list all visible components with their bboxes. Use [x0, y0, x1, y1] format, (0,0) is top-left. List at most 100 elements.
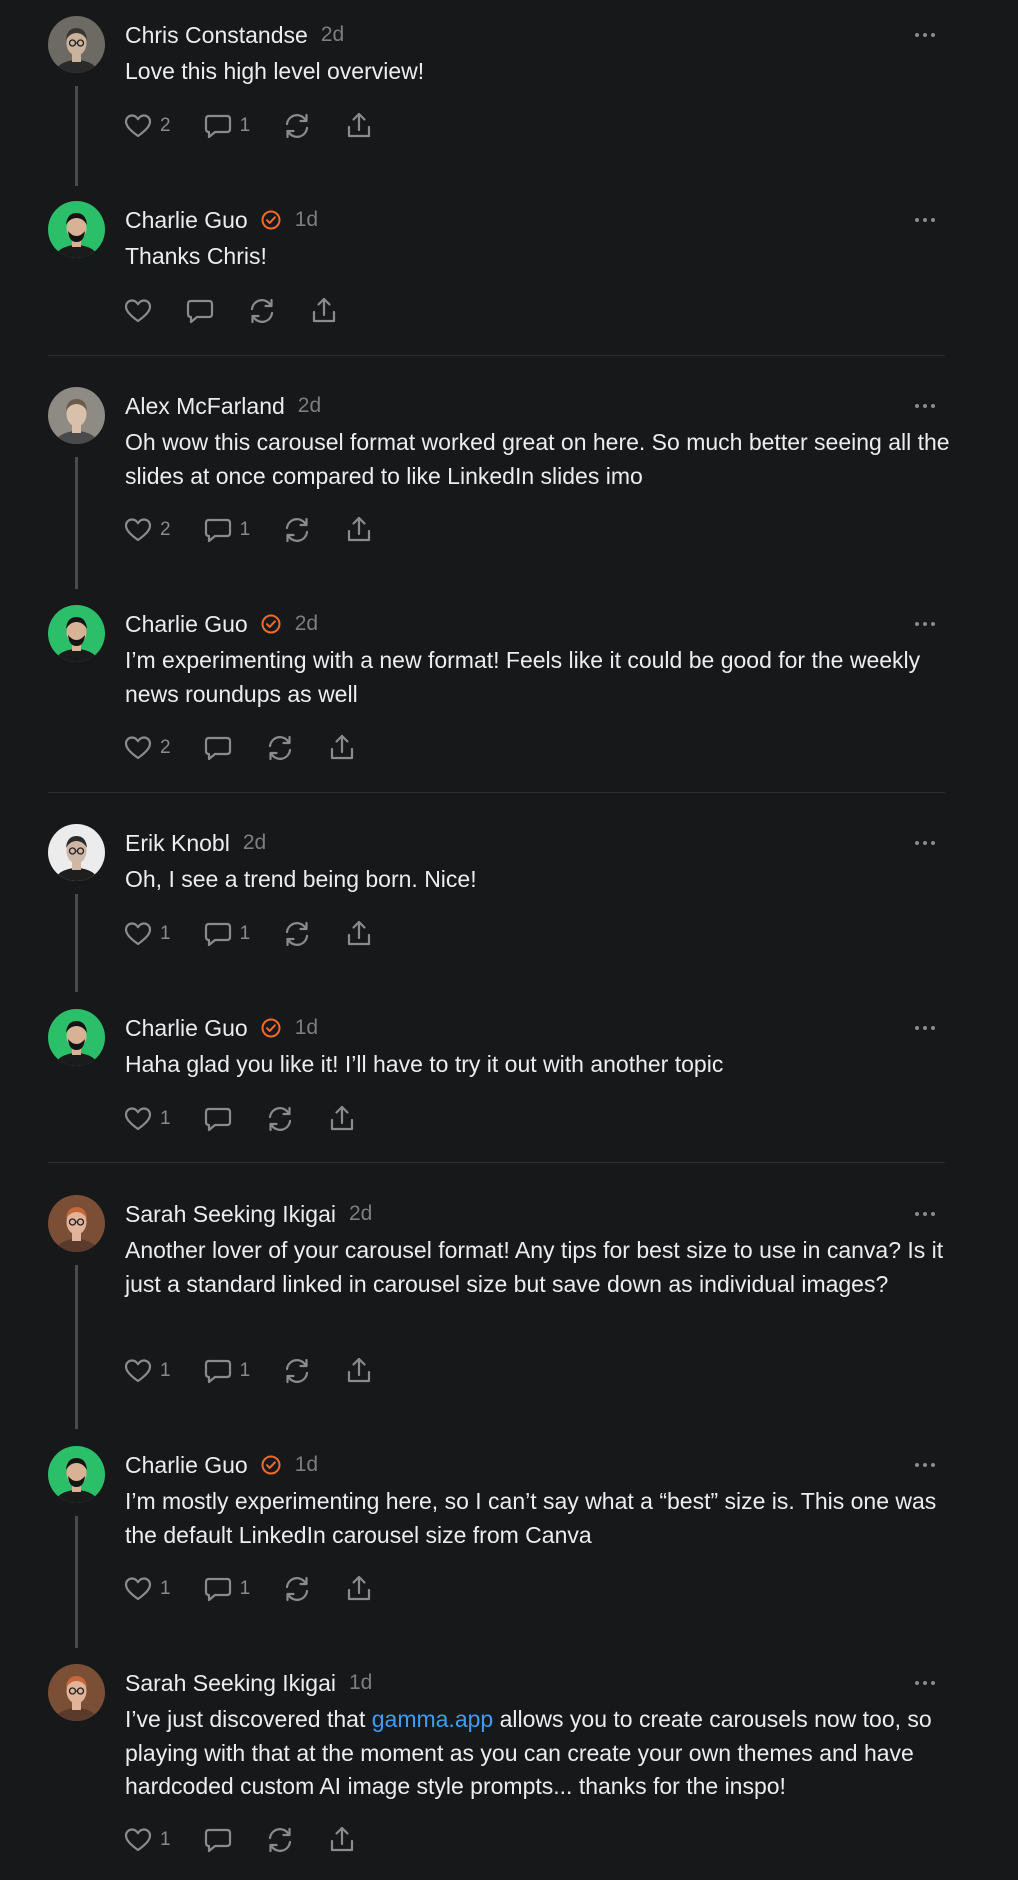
thread-line — [75, 1265, 78, 1429]
author-name[interactable]: Erik Knobl — [125, 830, 230, 857]
more-options-icon[interactable] — [915, 838, 943, 848]
comments-thread: Chris Constandse 2d Love this high level… — [0, 0, 1018, 1880]
divider — [48, 792, 945, 793]
avatar[interactable] — [48, 1009, 105, 1066]
share-icon — [344, 919, 374, 949]
share-button[interactable] — [327, 1103, 357, 1135]
author-name[interactable]: Alex McFarland — [125, 393, 285, 420]
author-name[interactable]: Charlie Guo — [125, 1452, 248, 1479]
avatar[interactable] — [48, 387, 105, 444]
restack-button[interactable] — [265, 1824, 295, 1856]
reply-button[interactable] — [203, 1103, 233, 1135]
restack-button[interactable] — [282, 110, 312, 142]
like-button[interactable]: 2 — [123, 732, 171, 764]
more-options-icon[interactable] — [915, 619, 943, 629]
comment-icon — [203, 515, 233, 545]
heart-icon — [123, 296, 153, 326]
author-name[interactable]: Sarah Seeking Ikigai — [125, 1201, 336, 1228]
reply-count: 1 — [239, 519, 251, 540]
timestamp[interactable]: 1d — [295, 1453, 318, 1477]
share-button[interactable] — [344, 514, 374, 546]
reply-button[interactable]: 1 — [203, 110, 250, 142]
comment-link[interactable]: gamma.app — [372, 1706, 493, 1732]
avatar[interactable] — [48, 201, 105, 258]
comment-icon — [203, 1825, 233, 1855]
like-count: 2 — [160, 519, 171, 540]
timestamp[interactable]: 1d — [295, 1016, 318, 1040]
heart-icon — [123, 1825, 153, 1855]
comment-icon — [203, 111, 233, 141]
share-button[interactable] — [344, 1573, 374, 1605]
share-button[interactable] — [327, 732, 357, 764]
comment-text: Haha glad you like it! I’ll have to try … — [125, 1051, 724, 1077]
share-icon — [344, 111, 374, 141]
more-options-icon[interactable] — [915, 1209, 943, 1219]
timestamp[interactable]: 2d — [298, 394, 321, 418]
restack-button[interactable] — [247, 295, 277, 327]
comment-text: Oh wow this carousel format worked great… — [125, 429, 950, 489]
share-button[interactable] — [344, 110, 374, 142]
avatar[interactable] — [48, 824, 105, 881]
avatar[interactable] — [48, 605, 105, 662]
avatar[interactable] — [48, 1664, 105, 1721]
timestamp[interactable]: 2d — [349, 1202, 372, 1226]
author-name[interactable]: Charlie Guo — [125, 207, 248, 234]
reply-button[interactable]: 1 — [203, 1573, 251, 1605]
like-count: 1 — [160, 1829, 171, 1850]
share-button[interactable] — [327, 1824, 357, 1856]
restack-button[interactable] — [282, 918, 312, 950]
restack-button[interactable] — [282, 514, 312, 546]
more-options-icon[interactable] — [915, 30, 943, 40]
timestamp[interactable]: 1d — [295, 208, 318, 232]
reply-button[interactable]: 1 — [203, 1355, 251, 1387]
like-button[interactable]: 1 — [123, 1103, 171, 1135]
like-button[interactable]: 2 — [123, 110, 171, 142]
timestamp[interactable]: 2d — [321, 23, 344, 47]
more-options-icon[interactable] — [915, 401, 943, 411]
like-count: 1 — [160, 923, 171, 944]
restack-button[interactable] — [282, 1573, 312, 1605]
comment-text: I’ve just discovered that gamma.app allo… — [125, 1703, 955, 1804]
author-name[interactable]: Charlie Guo — [125, 1015, 248, 1042]
heart-icon — [123, 1356, 153, 1386]
more-options-icon[interactable] — [915, 215, 943, 225]
restack-button[interactable] — [265, 1103, 295, 1135]
like-button[interactable]: 1 — [123, 1355, 171, 1387]
restack-icon — [282, 515, 312, 545]
like-button[interactable]: 2 — [123, 514, 171, 546]
avatar[interactable] — [48, 1446, 105, 1503]
more-options-icon[interactable] — [915, 1678, 943, 1688]
reply-button[interactable]: 1 — [203, 514, 251, 546]
timestamp[interactable]: 1d — [349, 1671, 372, 1695]
reply-button[interactable] — [185, 295, 215, 327]
author-name[interactable]: Sarah Seeking Ikigai — [125, 1670, 336, 1697]
reply-button[interactable]: 1 — [203, 918, 250, 950]
restack-button[interactable] — [265, 732, 295, 764]
share-button[interactable] — [344, 918, 374, 950]
timestamp[interactable]: 2d — [243, 831, 266, 855]
comment-icon — [203, 1356, 233, 1386]
heart-icon — [123, 111, 153, 141]
author-name[interactable]: Chris Constandse — [125, 22, 308, 49]
avatar[interactable] — [48, 1195, 105, 1252]
timestamp[interactable]: 2d — [295, 612, 318, 636]
divider — [48, 355, 945, 356]
like-button[interactable] — [123, 295, 153, 327]
share-button[interactable] — [309, 295, 339, 327]
restack-button[interactable] — [282, 1355, 312, 1387]
more-options-icon[interactable] — [915, 1023, 943, 1033]
comment-icon — [203, 1104, 233, 1134]
share-button[interactable] — [344, 1355, 374, 1387]
more-options-icon[interactable] — [915, 1460, 943, 1470]
author-name[interactable]: Charlie Guo — [125, 611, 248, 638]
restack-icon — [265, 1104, 295, 1134]
reply-button[interactable] — [203, 732, 233, 764]
like-button[interactable]: 1 — [123, 918, 171, 950]
like-button[interactable]: 1 — [123, 1824, 171, 1856]
like-button[interactable]: 1 — [123, 1573, 171, 1605]
avatar[interactable] — [48, 16, 105, 73]
like-count: 2 — [160, 115, 171, 136]
reply-count: 1 — [239, 1578, 251, 1599]
reply-count: 1 — [239, 1360, 251, 1381]
reply-button[interactable] — [203, 1824, 233, 1856]
